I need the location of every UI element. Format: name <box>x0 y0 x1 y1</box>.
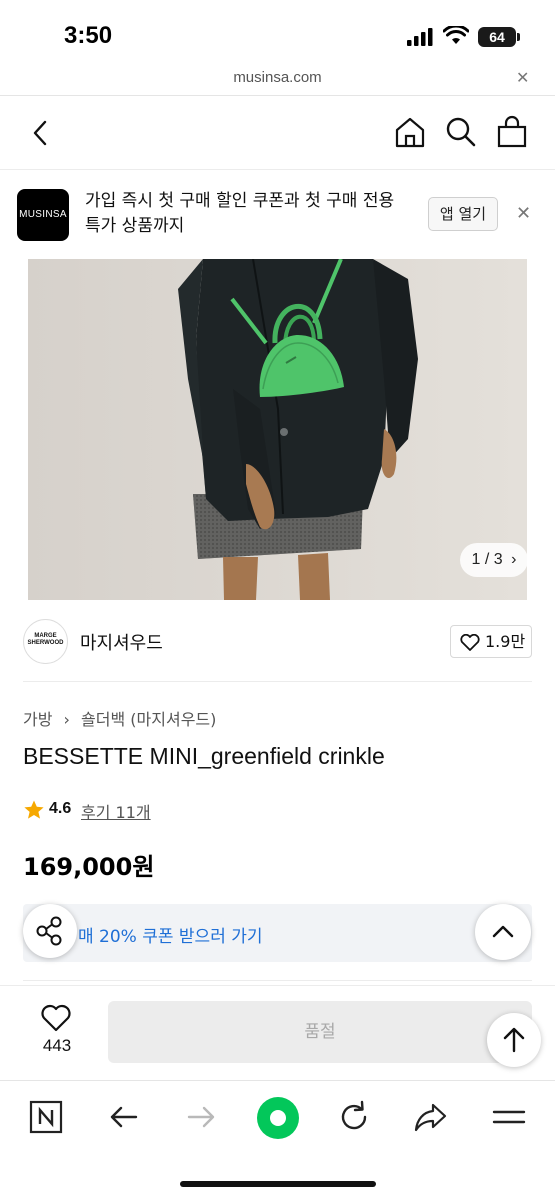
breadcrumb: 가방 › 숄더백 (마지셔우드) <box>23 706 216 730</box>
share-icon <box>36 916 62 946</box>
wifi-icon <box>443 26 469 44</box>
scroll-top-button[interactable] <box>487 1013 541 1067</box>
heart-icon[interactable] <box>40 1003 72 1033</box>
share-button[interactable] <box>23 904 77 958</box>
brand-name[interactable]: 마지셔우드 <box>80 629 163 655</box>
product-price: 169,000원 <box>23 853 155 881</box>
arrow-up-icon <box>503 1027 525 1053</box>
image-counter[interactable]: 1 / 3 › <box>460 543 528 577</box>
forward-share-icon[interactable] <box>411 1097 451 1137</box>
star-icon <box>24 800 44 819</box>
cellular-signal-icon <box>407 28 433 46</box>
site-header <box>0 96 555 170</box>
search-icon[interactable] <box>444 115 478 149</box>
arrow-left-icon[interactable] <box>104 1097 144 1137</box>
collapse-button[interactable] <box>475 904 531 960</box>
product-title: BESSETTE MINI_greenfield crinkle <box>23 743 385 769</box>
home-icon[interactable] <box>393 115 427 149</box>
menu-icon[interactable] <box>489 1097 529 1137</box>
url-text[interactable]: musinsa.com <box>0 69 555 86</box>
status-time: 3:50 <box>64 22 113 49</box>
image-counter-text: 1 / 3 <box>471 551 503 568</box>
close-icon[interactable]: ✕ <box>516 68 529 87</box>
brand-row[interactable]: MARGE SHERWOOD 마지셔우드 1.9만 <box>0 601 555 681</box>
brand-like-button[interactable]: 1.9만 <box>450 625 532 658</box>
chevron-right-icon: › <box>511 551 517 568</box>
close-icon[interactable]: ✕ <box>516 203 531 224</box>
arrow-right-icon[interactable] <box>181 1097 221 1137</box>
product-photo <box>28 259 527 600</box>
green-circle-icon[interactable] <box>257 1097 299 1139</box>
naver-icon[interactable] <box>26 1097 66 1137</box>
coupon-text[interactable]: 매 20% 쿠폰 받으러 가기 <box>78 922 263 947</box>
back-icon[interactable] <box>24 116 58 150</box>
breadcrumb-item[interactable]: 숄더백 (마지셔우드) <box>81 706 216 730</box>
wish-count: 443 <box>42 1036 72 1055</box>
chevron-right-icon: › <box>63 710 70 729</box>
breadcrumb-item[interactable]: 가방 <box>23 706 52 730</box>
battery-indicator: 64 <box>478 27 520 47</box>
heart-icon <box>460 634 480 651</box>
soldout-button[interactable]: 품절 <box>108 1001 532 1063</box>
brand-logo[interactable]: MARGE SHERWOOD <box>23 619 68 664</box>
review-link[interactable]: 후기 11개 <box>81 799 151 823</box>
brand-like-count: 1.9만 <box>485 632 526 651</box>
musinsa-logo: MUSINSA <box>17 189 69 241</box>
browser-url-bar[interactable]: musinsa.com ✕ <box>0 62 555 96</box>
product-image[interactable] <box>28 259 527 600</box>
refresh-icon[interactable] <box>334 1097 374 1137</box>
open-app-button[interactable]: 앱 열기 <box>428 197 498 231</box>
coupon-bar[interactable]: 매 20% 쿠폰 받으러 가기 <box>23 904 532 962</box>
banner-message: 가입 즉시 첫 구매 할인 쿠폰과 첫 구매 전용 특가 상품까지 <box>85 191 395 236</box>
divider <box>23 681 532 682</box>
status-bar: 3:50 64 <box>0 0 555 66</box>
chevron-up-icon <box>492 925 514 938</box>
cart-icon[interactable] <box>495 115 529 149</box>
home-indicator <box>180 1181 376 1187</box>
rating-value: 4.6 <box>49 800 72 817</box>
